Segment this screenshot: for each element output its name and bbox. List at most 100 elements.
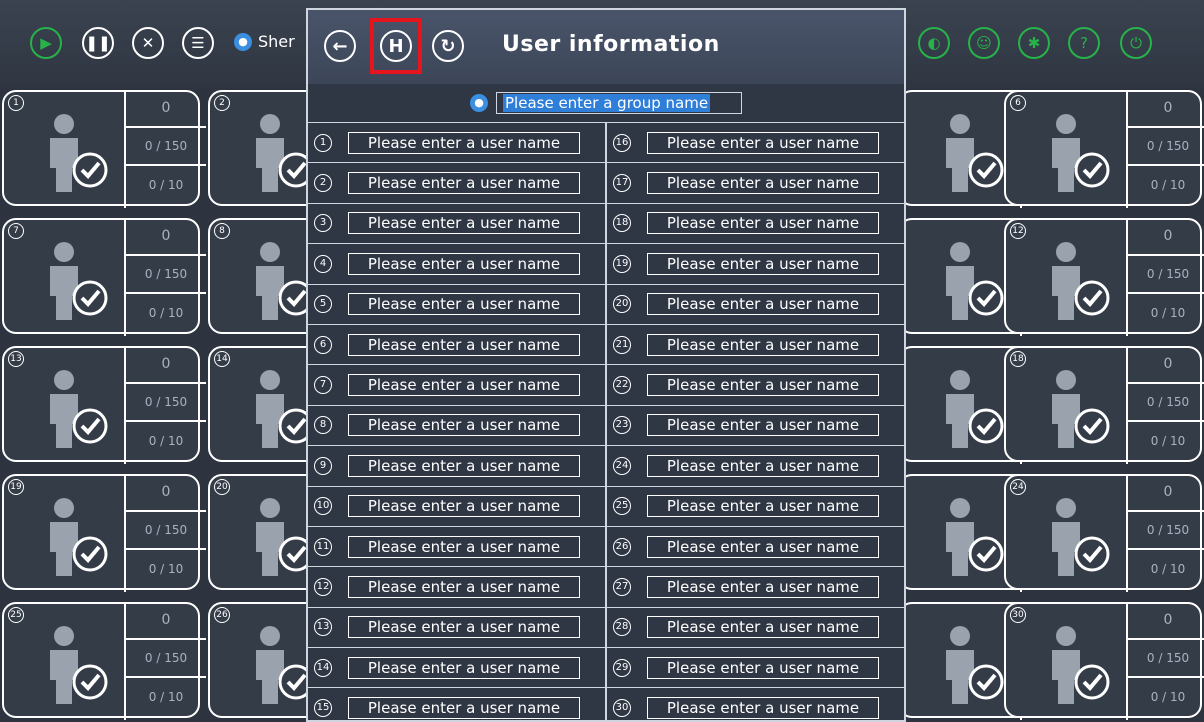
card-limit: 0 / 10 [1150, 434, 1186, 448]
user-name-input[interactable]: Please enter a user name [348, 535, 580, 558]
user-name-input[interactable]: Please enter a user name [348, 252, 580, 275]
user-name-input[interactable]: Please enter a user name [348, 454, 580, 477]
card-limit: 0 / 10 [148, 434, 184, 448]
user-number: 2 [314, 174, 332, 193]
user-name-input[interactable]: Please enter a user name [647, 252, 879, 275]
user-name-input[interactable]: Please enter a user name [348, 131, 580, 154]
user-name-input[interactable]: Please enter a user name [647, 333, 879, 356]
user-card[interactable]: 30 0 0 / 150 0 / 10 [1004, 602, 1204, 720]
user-number: 20 [613, 295, 631, 314]
card-capacity: 0 / 150 [1128, 640, 1204, 678]
user-name-input[interactable]: Please enter a user name [647, 414, 879, 437]
user-name-input[interactable]: Please enter a user name [348, 616, 580, 639]
card-stats: 00 / 150 0 / 10 [124, 602, 206, 720]
group-icon: ● [234, 32, 252, 51]
user-row: 14 Please enter a user name [308, 648, 605, 689]
user-name-input[interactable]: Please enter a user name [647, 495, 879, 518]
user-name-input[interactable]: Please enter a user name [647, 212, 879, 235]
user-name-input[interactable]: Please enter a user name [348, 374, 580, 397]
card-limit: 0 / 10 [148, 690, 184, 704]
user-number: 6 [314, 335, 332, 354]
user-name-input[interactable]: Please enter a user name [647, 374, 879, 397]
user-name-input[interactable]: Please enter a user name [647, 535, 879, 558]
user-name-input[interactable]: Please enter a user name [348, 656, 580, 679]
user-name-input[interactable]: Please enter a user name [647, 656, 879, 679]
menu-icon[interactable]: ☰ [182, 27, 214, 59]
user-card[interactable]: 13 0 0 / 150 0 / 10 [2, 346, 206, 464]
card-number: 8 [214, 223, 230, 239]
user-number: 27 [613, 577, 631, 596]
user-row: 30 Please enter a user name [607, 688, 904, 720]
user-name-input[interactable]: Please enter a user name [348, 495, 580, 518]
user-number: 5 [314, 295, 332, 314]
user-name-input[interactable]: Please enter a user name [348, 212, 580, 235]
refresh-icon[interactable]: ↻ [432, 30, 464, 62]
card-capacity: 0 / 150 [126, 128, 206, 166]
user-name-input[interactable]: Please enter a user name [647, 131, 879, 154]
refresh-status-icon[interactable]: ◐ [918, 27, 950, 59]
user-number: 30 [613, 699, 631, 718]
user-card[interactable]: 1 00 / 150 0 / 10 [2, 90, 206, 208]
user-row: 18 Please enter a user name [607, 204, 904, 245]
user-card[interactable]: 12 0 0 / 150 0 / 10 [1004, 218, 1204, 336]
user-card[interactable]: 18 0 0 / 150 0 / 10 [1004, 346, 1204, 464]
user-name-input[interactable]: Please enter a user name [348, 293, 580, 316]
user-card[interactable]: 24 0 0 / 150 0 / 10 [1004, 474, 1204, 592]
card-limit: 0 / 10 [148, 562, 184, 576]
user-name-input[interactable]: Please enter a user name [348, 697, 580, 720]
user-number: 26 [613, 537, 631, 556]
power-icon[interactable]: ⏻ [1120, 27, 1152, 59]
user-row: 21 Please enter a user name [607, 325, 904, 366]
card-number: 18 [1010, 351, 1026, 367]
user-card[interactable]: 6 00 / 150 0 / 10 [1004, 90, 1204, 208]
user-name-input[interactable]: Please enter a user name [348, 575, 580, 598]
card-number: 13 [8, 351, 24, 367]
user-name-input[interactable]: Please enter a user name [348, 172, 580, 195]
user-check-icon [32, 112, 110, 192]
card-number: 20 [214, 479, 230, 495]
card-count: 0 [1128, 602, 1204, 640]
user-row: 5 Please enter a user name [308, 285, 605, 325]
save-icon[interactable]: H [380, 30, 412, 62]
face-icon[interactable]: ☺ [968, 27, 1000, 59]
card-count: 0 [126, 218, 206, 256]
user-card[interactable]: 7 00 / 150 0 / 10 [2, 218, 206, 336]
help-icon[interactable]: ? [1068, 27, 1100, 59]
card-count: 0 [1128, 346, 1204, 384]
card-number: 6 [1010, 95, 1026, 111]
card-limit: 0 / 10 [1150, 690, 1186, 704]
user-name-input[interactable]: Please enter a user name [647, 172, 879, 195]
user-number: 12 [314, 577, 332, 596]
user-name-input[interactable]: Please enter a user name [348, 414, 580, 437]
user-information-dialog: ← H ↻ User information ● Please enter a … [306, 8, 906, 722]
user-row: 20 Please enter a user name [607, 285, 904, 325]
user-check-icon [1034, 368, 1112, 448]
stop-icon[interactable]: ✕ [132, 27, 164, 59]
user-check-icon [1034, 496, 1112, 576]
user-number: 3 [314, 214, 332, 233]
user-name-input[interactable]: Please enter a user name [647, 293, 879, 316]
user-check-icon [928, 496, 1006, 576]
pause-icon[interactable]: ❚❚ [82, 27, 114, 59]
user-name-input[interactable]: Please enter a user name [647, 454, 879, 477]
user-name-input[interactable]: Please enter a user name [647, 616, 879, 639]
user-row: 29 Please enter a user name [607, 648, 904, 689]
card-stats: 00 / 150 0 / 10 [1126, 474, 1204, 592]
group-name-input[interactable]: Please enter a group name [496, 92, 742, 114]
user-card[interactable]: 25 0 0 / 150 0 / 10 [2, 602, 206, 720]
user-row: 8 Please enter a user name [308, 406, 605, 447]
user-row: 24 Please enter a user name [607, 446, 904, 487]
group-icon: ● [470, 94, 488, 112]
back-arrow-icon[interactable]: ← [324, 30, 356, 62]
user-row: 25 Please enter a user name [607, 487, 904, 527]
card-count: 0 [1128, 90, 1204, 128]
user-row: 6 Please enter a user name [308, 325, 605, 366]
user-card[interactable]: 19 0 0 / 150 0 / 10 [2, 474, 206, 592]
user-number: 16 [613, 133, 631, 152]
user-row: 19 Please enter a user name [607, 244, 904, 285]
settings-icon[interactable]: ✱ [1018, 27, 1050, 59]
play-icon[interactable]: ▶ [30, 27, 62, 59]
user-name-input[interactable]: Please enter a user name [647, 575, 879, 598]
user-name-input[interactable]: Please enter a user name [647, 697, 879, 720]
user-name-input[interactable]: Please enter a user name [348, 333, 580, 356]
